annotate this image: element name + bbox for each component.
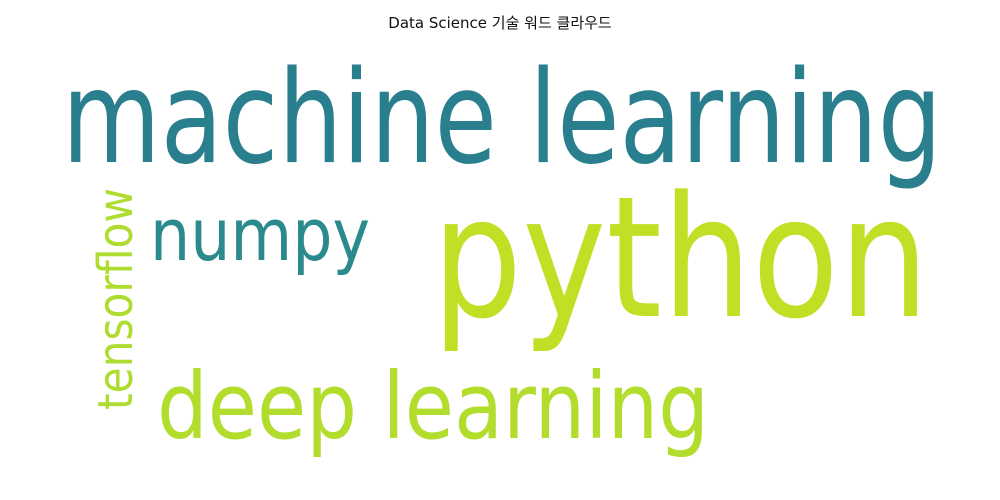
wordcloud-canvas: machine learningpythonnumpydeep learning… bbox=[62, 44, 942, 460]
word-tensorflow: tensorflow bbox=[88, 188, 144, 410]
word-deep-learning: deep learning bbox=[157, 353, 709, 460]
word-numpy: numpy bbox=[150, 193, 370, 277]
wordcloud-figure: Data Science 기술 워드 클라우드 machine learning… bbox=[0, 0, 1000, 500]
word-python: python bbox=[432, 160, 929, 356]
